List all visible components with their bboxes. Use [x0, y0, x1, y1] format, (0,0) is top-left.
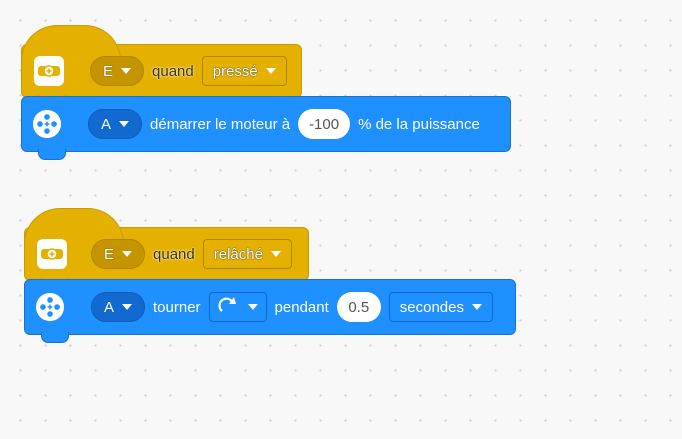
power-value: -100: [309, 115, 340, 133]
block-stack-1[interactable]: E quand pressé A démarrer le moteur à -1…: [21, 25, 511, 160]
duration-input[interactable]: 0.5: [336, 292, 381, 322]
when-label: quand: [152, 62, 194, 80]
chevron-down-icon: [122, 251, 133, 257]
block-stack-2[interactable]: E quand relâché A tourner pendant 0.5 se…: [24, 208, 516, 343]
chevron-down-icon: [472, 304, 482, 310]
port-dropdown[interactable]: E: [90, 56, 145, 86]
event-hat-block-released[interactable]: E quand relâché: [24, 208, 309, 289]
chevron-down-icon: [119, 121, 130, 127]
power-unit-label: % de la puissance: [358, 115, 480, 133]
state-label: pressé: [212, 62, 258, 80]
chevron-down-icon: [265, 68, 276, 74]
unit-dropdown[interactable]: secondes: [388, 292, 493, 322]
port-label: A: [104, 298, 115, 316]
state-dropdown[interactable]: pressé: [201, 56, 287, 86]
port-dropdown[interactable]: E: [91, 239, 146, 269]
motor-icon: [32, 109, 62, 139]
clockwise-arrow-icon: [217, 295, 240, 319]
start-motor-label: démarrer le moteur à: [150, 115, 291, 133]
remote-button-icon: [34, 56, 64, 86]
port-label: E: [104, 245, 115, 263]
remote-button-icon: [37, 239, 67, 269]
turn-motor-block[interactable]: A tourner pendant 0.5 secondes: [24, 279, 516, 343]
port-dropdown[interactable]: A: [88, 109, 143, 139]
during-label: pendant: [274, 298, 329, 316]
chevron-down-icon: [247, 304, 258, 310]
duration-value: 0.5: [348, 298, 370, 316]
unit-label: secondes: [399, 298, 464, 316]
start-motor-block[interactable]: A démarrer le moteur à -100 % de la puis…: [21, 96, 511, 160]
chevron-down-icon: [270, 251, 281, 257]
event-hat-block-pressed[interactable]: E quand pressé: [21, 25, 302, 106]
block-connector: [38, 149, 66, 160]
turn-label: tourner: [153, 298, 201, 316]
when-label: quand: [153, 245, 195, 263]
chevron-down-icon: [121, 68, 132, 74]
port-label: E: [103, 62, 114, 80]
motor-icon: [35, 292, 65, 322]
port-label: A: [101, 115, 112, 133]
state-dropdown[interactable]: relâché: [202, 239, 292, 269]
port-dropdown[interactable]: A: [91, 292, 146, 322]
direction-dropdown[interactable]: [208, 292, 267, 322]
chevron-down-icon: [122, 304, 133, 310]
block-connector: [41, 332, 69, 343]
state-label: relâché: [213, 245, 263, 263]
power-input[interactable]: -100: [298, 109, 351, 139]
